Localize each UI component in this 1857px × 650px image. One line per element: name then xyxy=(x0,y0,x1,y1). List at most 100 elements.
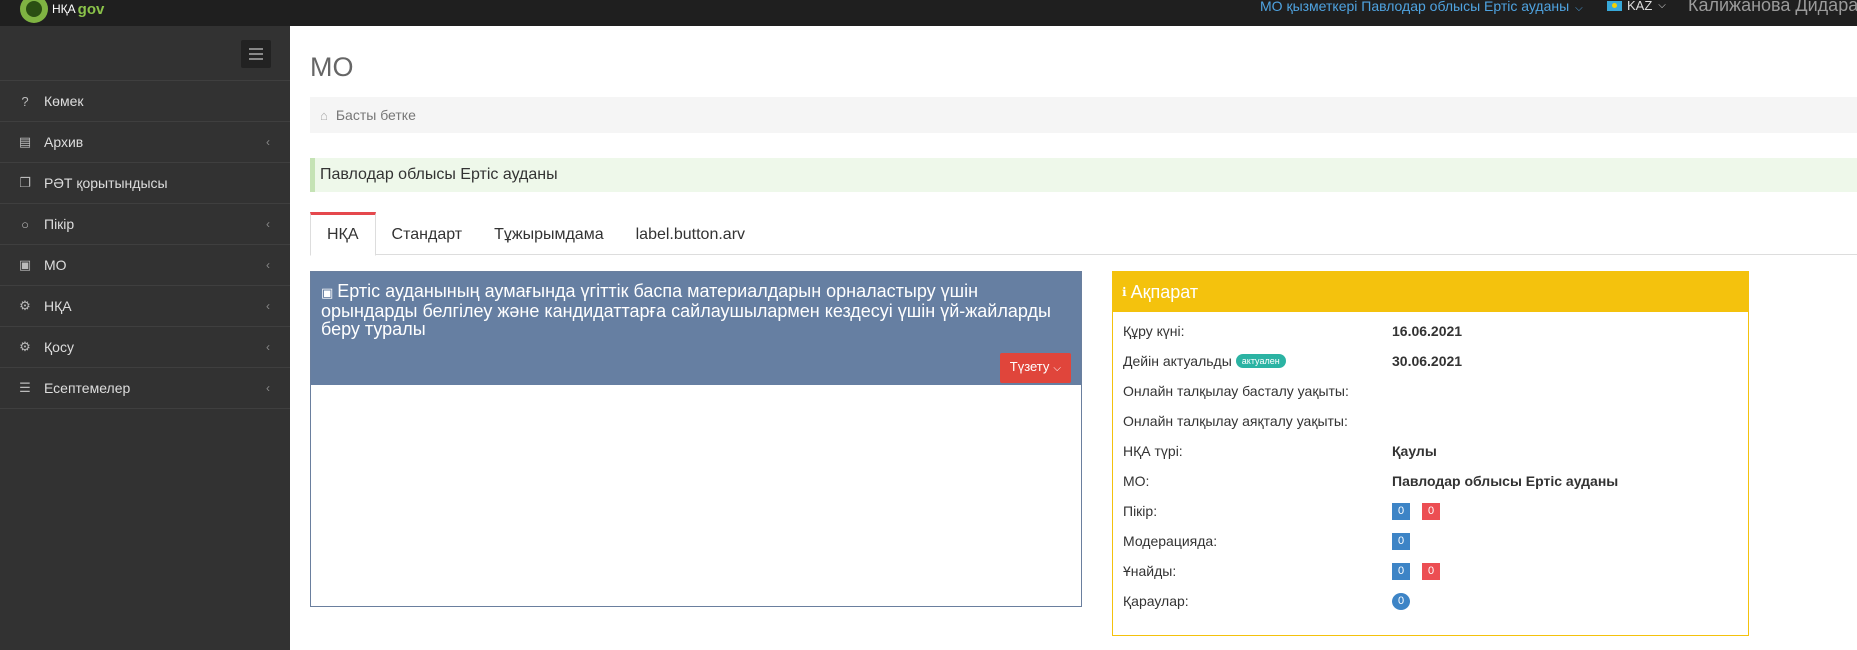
info-row-online-end: Онлайн талқылау аяқталу уақыты: xyxy=(1113,406,1748,436)
views-count: 0 xyxy=(1392,592,1410,610)
logo-text-gov: gov xyxy=(77,0,105,18)
info-row-mo: МО: Павлодар облысы Ертіс ауданы xyxy=(1113,466,1748,496)
likes-label: Ұнайды: xyxy=(1123,563,1177,579)
views-label: Қараулар: xyxy=(1123,593,1189,609)
chevron-down-icon: ⌵ xyxy=(1658,0,1666,11)
type-label: НҚА түрі: xyxy=(1123,443,1183,459)
info-row-views: Қараулар: 0 xyxy=(1113,586,1748,616)
archive-icon: ▤ xyxy=(18,134,32,149)
breadcrumb: ⌂ Басты бетке xyxy=(310,97,1857,133)
language-dropdown[interactable]: KAZ ⌵ xyxy=(1607,0,1666,12)
document-title: Ертіс ауданының аумағында үгіттік баспа … xyxy=(321,281,1051,339)
top-navbar: НҚА gov МО қызметкері Павлодар облысы Ер… xyxy=(0,0,1857,26)
tab-2[interactable]: Тұжырымдама xyxy=(478,212,620,255)
page-title: МО xyxy=(310,52,354,82)
sidebar-item-label: РӘТ қорытындысы xyxy=(44,175,168,191)
home-icon: ⌂ xyxy=(320,107,328,123)
list-icon: ☰ xyxy=(19,380,31,395)
info-row-actual: Дейін актуальды актуален 30.06.2021 xyxy=(1113,346,1748,376)
actual-label-wrap: Дейін актуальды актуален xyxy=(1123,353,1286,369)
dislikes-count: 0 xyxy=(1422,562,1440,580)
tab-0[interactable]: НҚА xyxy=(310,212,376,256)
language-label: KAZ xyxy=(1627,0,1653,13)
sidebar-item-label: Көмек xyxy=(44,93,84,109)
info-row-created: Құру күні: 16.06.2021 xyxy=(1113,316,1748,346)
sidebar-item-5[interactable]: ⚙ НҚА ‹ xyxy=(0,286,290,327)
edit-button[interactable]: Түзету ⌵ xyxy=(999,353,1071,383)
sidebar-item-label: Пікір xyxy=(44,216,75,232)
info-header-title: Ақпарат xyxy=(1130,281,1199,302)
document-panel: ▣ Ертіс ауданының аумағында үгіттік баспа… xyxy=(310,271,1082,607)
comment-icon: ○ xyxy=(21,216,29,232)
hamburger-line xyxy=(249,53,263,55)
sidebar-item-6[interactable]: ⚙ Қосу ‹ xyxy=(0,327,290,368)
logo-icon xyxy=(20,0,48,23)
user-name: Калижанова Дидара xyxy=(1688,0,1857,15)
created-label: Құру күні: xyxy=(1123,323,1185,339)
sidebar-item-7[interactable]: ☰ Есептемелер ‹ xyxy=(0,368,290,409)
sidebar-nav: ? Көмек ▤ Архив ‹ ❐ РӘТ қорытындысы ○ Пікір ‹ ▣ МО ‹… xyxy=(0,80,290,409)
comments-count-positive: 0 xyxy=(1392,502,1410,520)
alert-text: Павлодар облысы Ертіс ауданы xyxy=(320,166,558,183)
logo[interactable]: НҚА gov xyxy=(20,0,104,24)
copy-icon: ❐ xyxy=(19,175,31,190)
sidebar-item-1[interactable]: ▤ Архив ‹ xyxy=(0,122,290,163)
online-end-label: Онлайн талқылау аяқталу уақыты: xyxy=(1123,413,1348,429)
sidebar: ? Көмек ▤ Архив ‹ ❐ РӘТ қорытындысы ○ Пікір ‹ ▣ МО ‹… xyxy=(0,26,290,650)
moderation-count: 0 xyxy=(1392,532,1410,550)
info-row-comments: Пікір: 0 0 xyxy=(1113,496,1748,526)
type-value: Қаулы xyxy=(1392,443,1437,459)
gift-icon: ▣ xyxy=(321,285,334,300)
breadcrumb-home-link[interactable]: Басты бетке xyxy=(336,107,416,123)
info-row-type: НҚА түрі: Қаулы xyxy=(1113,436,1748,466)
gear-icon: ⚙ xyxy=(19,298,31,313)
tab-bar: НҚА Стандарт Тұжырымдама label.button.arv xyxy=(310,212,1857,256)
logo-text-nqa: НҚА xyxy=(52,2,76,16)
info-row-online-start: Онлайн талқылау басталу уақыты: xyxy=(1113,376,1748,406)
menu-toggle-button[interactable] xyxy=(241,40,271,68)
chevron-left-icon: ‹ xyxy=(266,135,270,149)
chevron-down-icon: ⌵ xyxy=(1575,3,1583,14)
mo-label: МО: xyxy=(1123,473,1150,489)
sidebar-item-0[interactable]: ? Көмек xyxy=(0,81,290,122)
user-menu[interactable]: Калижанова Дидара xyxy=(1688,0,1857,15)
chevron-left-icon: ‹ xyxy=(266,381,270,395)
tab-1[interactable]: Стандарт xyxy=(376,212,479,255)
hamburger-line xyxy=(249,48,263,50)
briefcase-icon: ▣ xyxy=(18,257,32,272)
hamburger-line xyxy=(249,58,263,60)
chevron-left-icon: ‹ xyxy=(266,217,270,231)
comments-count-negative: 0 xyxy=(1422,502,1440,520)
document-header: ▣ Ертіс ауданының аумағында үгіттік баспа… xyxy=(311,272,1081,385)
employee-dropdown[interactable]: МО қызметкері Павлодар облысы Ертіс ауда… xyxy=(1260,0,1583,15)
info-header: ℹ Ақпарат xyxy=(1113,272,1748,312)
likes-count: 0 xyxy=(1392,562,1410,580)
sidebar-item-label: Есептемелер xyxy=(44,380,131,396)
created-value: 16.06.2021 xyxy=(1392,323,1463,339)
sidebar-item-label: Архив xyxy=(44,134,84,150)
info-icon: ℹ xyxy=(1122,285,1127,299)
info-row-moderation: Модерацияда: 0 xyxy=(1113,526,1748,556)
sidebar-item-label: НҚА xyxy=(44,298,72,314)
moderation-label: Модерацияда: xyxy=(1123,533,1218,549)
sidebar-item-label: Қосу xyxy=(44,339,74,355)
sidebar-item-4[interactable]: ▣ МО ‹ xyxy=(0,245,290,286)
edit-button-label: Түзету xyxy=(1009,359,1050,374)
online-start-label: Онлайн талқылау басталу уақыты: xyxy=(1123,383,1349,399)
gear-icon: ⚙ xyxy=(19,339,31,354)
comments-counts: 0 0 xyxy=(1392,502,1452,520)
moderation-counts: 0 xyxy=(1392,532,1422,550)
likes-counts: 0 0 xyxy=(1392,562,1452,580)
question-icon: ? xyxy=(21,93,29,109)
tab-3[interactable]: label.button.arv xyxy=(620,212,761,255)
info-row-likes: Ұнайды: 0 0 xyxy=(1113,556,1748,586)
chevron-left-icon: ‹ xyxy=(266,258,270,272)
info-panel: ℹ Ақпарат Құру күні: 16.06.2021 Дейін ак… xyxy=(1112,271,1749,636)
sidebar-item-2[interactable]: ❐ РӘТ қорытындысы xyxy=(0,163,290,204)
sidebar-item-label: МО xyxy=(44,257,67,273)
views-counts: 0 xyxy=(1392,592,1422,610)
sidebar-item-3[interactable]: ○ Пікір ‹ xyxy=(0,204,290,245)
organization-alert: Павлодар облысы Ертіс ауданы xyxy=(310,158,1857,192)
employee-label: МО қызметкері Павлодар облысы Ертіс ауда… xyxy=(1260,0,1570,14)
actual-label: Дейін актуальды xyxy=(1123,353,1232,369)
